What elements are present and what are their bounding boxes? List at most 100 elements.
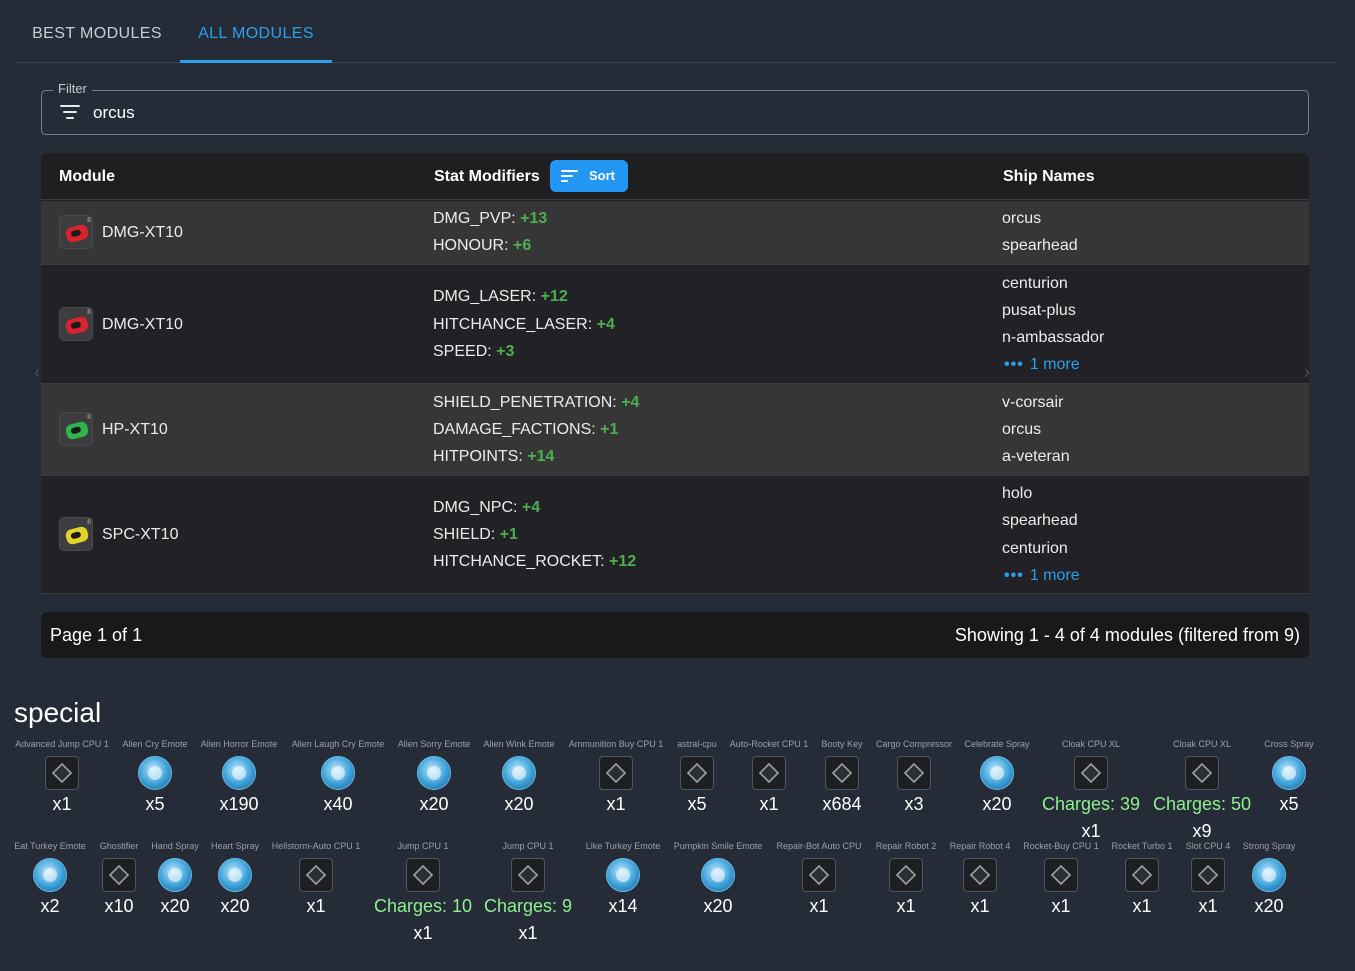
special-item-quantity: x9 xyxy=(1192,821,1212,841)
astral-cpu-icon xyxy=(680,756,714,790)
ship-name: spearhead xyxy=(1002,237,1078,254)
yellow-car-module-icon: II xyxy=(59,517,93,551)
special-item[interactable]: Hellstorm-Auto CPU 1 x1 xyxy=(261,841,371,917)
alien-emote-icon xyxy=(321,756,355,790)
module-name: SPC-XT10 xyxy=(102,526,179,543)
stat-modifier: DMG_NPC: +4 xyxy=(433,499,541,516)
table-row[interactable]: II HP-XT10 SHIELD_PENETRATION: +4 DAMAGE… xyxy=(41,384,1309,476)
table-row[interactable]: II SPC-XT10 DMG_NPC: +4 SHIELD: +1 HITCH… xyxy=(41,476,1309,594)
filter-input[interactable] xyxy=(93,100,1273,126)
more-ships-link[interactable]: ••• 1 more xyxy=(1004,356,1080,374)
red-car-module-icon: II xyxy=(59,307,93,341)
results-count: Showing 1 - 4 of 4 modules (filtered fro… xyxy=(954,625,1300,645)
stat-modifier: HONOUR: +6 xyxy=(433,237,532,254)
alien-emote-icon xyxy=(222,756,256,790)
modules-table: Module Stat Modifiers Sort Ship Names II… xyxy=(41,153,1309,594)
stat-modifier: HITPOINTS: +14 xyxy=(433,448,555,465)
chevron-left-icon[interactable]: ‹ xyxy=(34,362,40,383)
green-car-module-icon: II xyxy=(59,412,93,446)
special-item-quantity: x1 xyxy=(1081,821,1101,841)
ship-name: a-veteran xyxy=(1002,448,1070,465)
stat-modifier: DAMAGE_FACTIONS: +1 xyxy=(433,421,619,438)
special-item-charges: Charges: 39 xyxy=(1041,794,1141,814)
tab-best-modules[interactable]: BEST MODULES xyxy=(14,0,180,62)
table-row[interactable]: II DMG-XT10 DMG_PVP: +13 HONOUR: +6 orcu… xyxy=(41,201,1309,265)
stat-modifier: DMG_LASER: +12 xyxy=(433,288,568,305)
ship-name: centurion xyxy=(1002,275,1068,292)
module-name: HP-XT10 xyxy=(102,421,168,438)
special-item-quantity: x20 xyxy=(1254,896,1284,916)
special-item-quantity: x1 xyxy=(518,923,538,943)
special-item-quantity: x1 xyxy=(413,923,433,943)
stat-modifier: SHIELD: +1 xyxy=(433,526,518,543)
sort-button[interactable]: Sort xyxy=(550,160,628,192)
special-item-charges: Charges: 10 xyxy=(373,896,473,916)
special-item-quantity: x14 xyxy=(608,896,638,916)
special-item[interactable]: Alien Wink Emote x20 xyxy=(464,739,574,815)
special-item-quantity: x5 xyxy=(1279,794,1299,814)
special-item-name: Jump CPU 1 xyxy=(397,841,449,851)
special-item-quantity: x190 xyxy=(219,794,259,814)
filter-field[interactable]: Filter xyxy=(41,81,1309,135)
ship-name: orcus xyxy=(1002,210,1042,227)
special-item-name: Alien Wink Emote xyxy=(483,739,555,749)
pumpkin-emote-icon xyxy=(701,858,735,892)
ship-name: v-corsair xyxy=(1002,394,1064,411)
special-item-name: Strong Spray xyxy=(1242,841,1296,851)
tab-all-modules[interactable]: ALL MODULES xyxy=(180,0,332,63)
special-item-quantity: x20 xyxy=(703,896,733,916)
turkey-emote-icon xyxy=(33,858,67,892)
column-header-module: Module xyxy=(59,168,115,185)
filter-label: Filter xyxy=(53,81,92,96)
alien-emote-icon xyxy=(417,756,451,790)
special-item[interactable]: Like Turkey Emote x14 xyxy=(568,841,678,917)
table-row[interactable]: II DMG-XT10 DMG_LASER: +12 HITCHANCE_LAS… xyxy=(41,265,1309,384)
cloak-cpu-icon xyxy=(1074,756,1108,790)
spray-icon xyxy=(980,756,1014,790)
gauge-cpu-icon xyxy=(599,756,633,790)
module-name: DMG-XT10 xyxy=(102,224,183,241)
heart-spray-icon xyxy=(218,858,252,892)
sort-icon xyxy=(561,170,578,183)
special-item-name: Jump CPU 1 xyxy=(502,841,554,851)
special-item[interactable]: Strong Spray x20 xyxy=(1214,841,1324,917)
special-item[interactable]: Pumpkin Smile Emote x20 xyxy=(663,841,773,917)
stat-modifier: SPEED: +3 xyxy=(433,343,515,360)
filter-icon xyxy=(60,104,80,120)
special-item-quantity: x1 xyxy=(306,896,326,916)
more-dots-icon: ••• xyxy=(1004,356,1024,373)
special-item[interactable]: Cross Spray x5 xyxy=(1234,739,1344,815)
special-item-name: Hellstorm-Auto CPU 1 xyxy=(271,841,361,851)
jump-cpu-icon xyxy=(406,858,440,892)
special-item[interactable]: Jump CPU 1 Charges: 9 x1 xyxy=(473,841,583,944)
chevron-right-icon[interactable]: › xyxy=(1304,362,1310,383)
rocket-buy-cpu-icon xyxy=(1044,858,1078,892)
ship-name: spearhead xyxy=(1002,512,1078,529)
rocket-cpu-icon xyxy=(752,756,786,790)
special-section-title: special xyxy=(14,697,102,728)
cpu-chip-icon xyxy=(45,756,79,790)
special-item-name: Cross Spray xyxy=(1264,739,1314,749)
jump-cpu-icon xyxy=(511,858,545,892)
stat-modifier: HITCHANCE_ROCKET: +12 xyxy=(433,553,637,570)
repair-cpu-icon xyxy=(802,858,836,892)
special-item-name: Like Turkey Emote xyxy=(585,841,661,851)
module-tabs: BEST MODULES ALL MODULES xyxy=(14,0,1336,63)
column-header-ship-names: Ship Names xyxy=(1003,168,1095,185)
red-car-module-icon: II xyxy=(59,215,93,249)
special-item[interactable]: Jump CPU 1 Charges: 10 x1 xyxy=(368,841,478,944)
ship-name: centurion xyxy=(1002,540,1068,557)
special-item[interactable]: Alien Laugh Cry Emote x40 xyxy=(283,739,393,815)
more-ships-link[interactable]: ••• 1 more xyxy=(1004,567,1080,585)
hellstorm-cpu-icon xyxy=(299,858,333,892)
ship-name: holo xyxy=(1002,485,1033,502)
special-item-charges: Charges: 9 xyxy=(483,896,573,916)
special-item[interactable]: Alien Horror Emote x190 xyxy=(184,739,294,815)
alien-emote-icon xyxy=(502,756,536,790)
stat-modifier: SHIELD_PENETRATION: +4 xyxy=(433,394,640,411)
stat-modifier: HITCHANCE_LASER: +4 xyxy=(433,316,615,333)
special-item-name: Alien Horror Emote xyxy=(200,739,278,749)
spray-icon xyxy=(1272,756,1306,790)
turkey-emote-icon xyxy=(606,858,640,892)
special-item[interactable]: Cloak CPU XL Charges: 39 x1 xyxy=(1036,739,1146,842)
